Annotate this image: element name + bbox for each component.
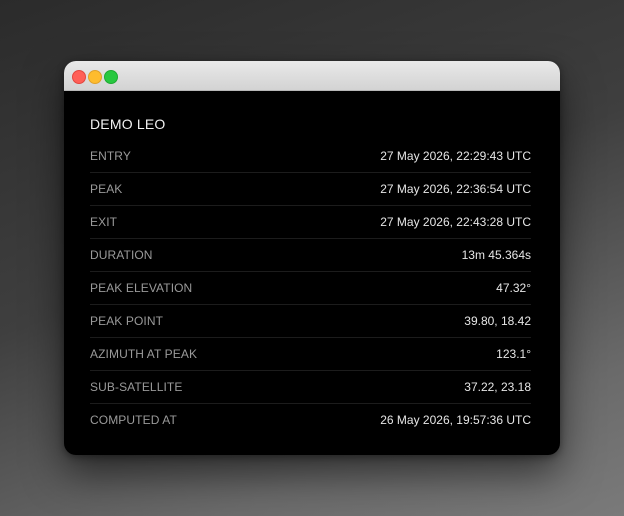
minimize-window-button[interactable] [88, 70, 102, 84]
detail-row-peak-point: PEAK POINT 39.80, 18.42 [90, 305, 531, 338]
detail-value: 26 May 2026, 19:57:36 UTC [380, 413, 531, 427]
detail-label: AZIMUTH AT PEAK [90, 347, 198, 361]
detail-value: 13m 45.364s [461, 248, 531, 262]
detail-row-duration: DURATION 13m 45.364s [90, 239, 531, 272]
detail-value: 47.32° [496, 281, 531, 295]
detail-value: 39.80, 18.42 [464, 314, 531, 328]
close-window-button[interactable] [72, 70, 86, 84]
detail-label: SUB-SATELLITE [90, 380, 183, 394]
detail-label: COMPUTED AT [90, 413, 177, 427]
detail-value: 37.22, 23.18 [464, 380, 531, 394]
window-titlebar[interactable] [64, 61, 560, 91]
detail-row-entry: ENTRY 27 May 2026, 22:29:43 UTC [90, 140, 531, 173]
detail-row-computed-at: COMPUTED AT 26 May 2026, 19:57:36 UTC [90, 404, 531, 436]
detail-label: PEAK [90, 182, 123, 196]
detail-label: DURATION [90, 248, 153, 262]
pass-details-panel: DEMO LEO ENTRY 27 May 2026, 22:29:43 UTC… [64, 91, 560, 436]
detail-value: 123.1° [496, 347, 531, 361]
detail-label: PEAK POINT [90, 314, 164, 328]
detail-row-peak-elevation: PEAK ELEVATION 47.32° [90, 272, 531, 305]
detail-label: EXIT [90, 215, 118, 229]
detail-row-exit: EXIT 27 May 2026, 22:43:28 UTC [90, 206, 531, 239]
detail-value: 27 May 2026, 22:29:43 UTC [380, 149, 531, 163]
maximize-window-button[interactable] [104, 70, 118, 84]
app-window: DEMO LEO ENTRY 27 May 2026, 22:29:43 UTC… [64, 61, 560, 455]
detail-label: PEAK ELEVATION [90, 281, 193, 295]
detail-value: 27 May 2026, 22:36:54 UTC [380, 182, 531, 196]
detail-value: 27 May 2026, 22:43:28 UTC [380, 215, 531, 229]
detail-row-sub-satellite: SUB-SATELLITE 37.22, 23.18 [90, 371, 531, 404]
detail-row-azimuth-at-peak: AZIMUTH AT PEAK 123.1° [90, 338, 531, 371]
detail-label: ENTRY [90, 149, 131, 163]
satellite-name: DEMO LEO [90, 116, 166, 132]
detail-row-peak: PEAK 27 May 2026, 22:36:54 UTC [90, 173, 531, 206]
